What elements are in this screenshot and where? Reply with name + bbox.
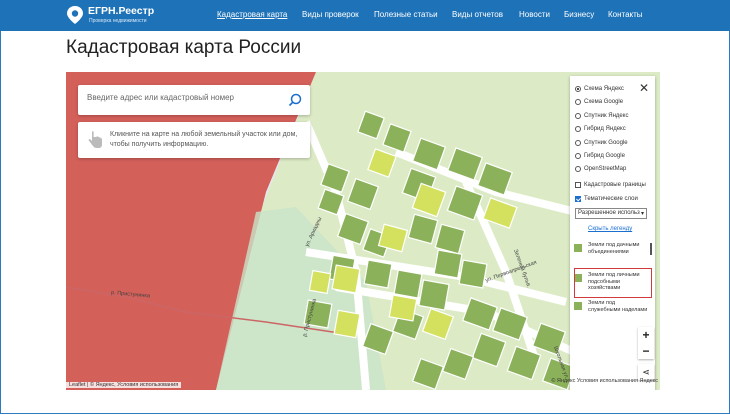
layer-option-osm[interactable]: OpenStreetMap (575, 166, 626, 172)
legend-item: Земли под дачными объединениями (574, 242, 648, 255)
page-title: Кадастровая карта России (66, 37, 302, 58)
chevron-down-icon: ▾ (640, 211, 644, 217)
radio-icon[interactable] (575, 86, 581, 92)
logo-title[interactable]: ЕГРН.Реестр (88, 5, 154, 17)
legend-label: Земли под дачными объединениями (588, 242, 640, 255)
nav-item-news[interactable]: Новости (519, 10, 550, 19)
overlay-cadastral-borders[interactable]: Кадастровые границы (575, 182, 646, 188)
overlay-thematic-layers[interactable]: Тематические слои (575, 196, 638, 202)
overlay-label: Тематические слои (584, 196, 638, 202)
layer-label: OpenStreetMap (584, 166, 627, 172)
legend-scrollbar[interactable] (650, 243, 652, 255)
layer-label: Схема Яндекс (584, 86, 624, 92)
overlay-label: Кадастровые границы (584, 182, 646, 188)
nav-item-business[interactable]: Бизнесу (564, 10, 594, 19)
map-hint: Кликните на карте на любой земельный уча… (78, 122, 310, 158)
radio-icon[interactable] (575, 126, 581, 132)
nav-item-cadastral-map[interactable]: Кадастровая карта (217, 10, 287, 19)
radio-icon[interactable] (575, 153, 581, 159)
zoom-in-button[interactable]: + (638, 327, 654, 343)
radio-icon[interactable] (575, 113, 581, 119)
layer-label: Гибрид Google (584, 153, 625, 159)
hint-text: Кликните на карте на любой земельный уча… (110, 131, 298, 148)
select-value: Разрешенное использ (578, 210, 640, 216)
legend-swatch (574, 302, 582, 310)
layer-option-google-scheme[interactable]: Схема Google (575, 99, 623, 105)
radio-icon[interactable] (575, 140, 581, 146)
map-search-box (78, 85, 310, 115)
logo-subtitle: Проверка недвижимости (89, 18, 147, 24)
search-icon[interactable] (288, 93, 302, 107)
layer-option-google-satellite[interactable]: Спутник Google (575, 140, 628, 146)
close-icon[interactable]: ✕ (639, 82, 649, 94)
radio-icon[interactable] (575, 99, 581, 105)
legend-label: Земли под служебными наделами (588, 300, 648, 313)
search-input[interactable] (87, 93, 277, 102)
legend-swatch (574, 244, 582, 252)
layer-label: Схема Google (584, 99, 624, 105)
legend: Земли под дачными объединениями Земли по… (574, 238, 652, 328)
layer-option-yandex-scheme[interactable]: Схема Яндекс (575, 86, 624, 92)
nav-item-report-types[interactable]: Виды отчетов (452, 10, 503, 19)
hand-pointer-icon (88, 131, 102, 148)
checkbox-icon[interactable] (575, 196, 581, 202)
yandex-attribution[interactable]: © Яндекс Условия использования Яндекс (551, 378, 658, 384)
layer-label: Спутник Google (584, 140, 628, 146)
logo-icon[interactable] (66, 5, 84, 25)
layer-option-google-hybrid[interactable]: Гибрид Google (575, 153, 625, 159)
map-attribution[interactable]: Leaflet | © Яндекс, Условия использовани… (66, 382, 182, 388)
site-header: ЕГРН.Реестр Проверка недвижимости Кадаст… (0, 0, 730, 31)
thematic-layer-select[interactable]: Разрешенное использ ▾ (575, 208, 647, 219)
layer-option-yandex-hybrid[interactable]: Гибрид Яндекс (575, 126, 626, 132)
legend-item: Земли под служебными наделами (574, 300, 648, 313)
nav-item-articles[interactable]: Полезные статьи (374, 10, 438, 19)
hide-legend-link[interactable]: Скрыть легенду (588, 226, 632, 232)
layer-option-yandex-satellite[interactable]: Спутник Яндекс (575, 113, 628, 119)
zoom-out-button[interactable]: − (638, 343, 654, 359)
nav-item-contacts[interactable]: Контакты (608, 10, 643, 19)
layer-label: Спутник Яндекс (584, 113, 629, 119)
radio-icon[interactable] (575, 166, 581, 172)
zoom-control: + − (638, 327, 654, 359)
legend-highlight (574, 268, 652, 298)
nav-item-check-types[interactable]: Виды проверок (302, 10, 359, 19)
layer-label: Гибрид Яндекс (584, 126, 626, 132)
checkbox-icon[interactable] (575, 182, 581, 188)
cadastral-map[interactable]: ул. Ариадны ул. Первоапрельская Зеленый … (66, 72, 660, 390)
